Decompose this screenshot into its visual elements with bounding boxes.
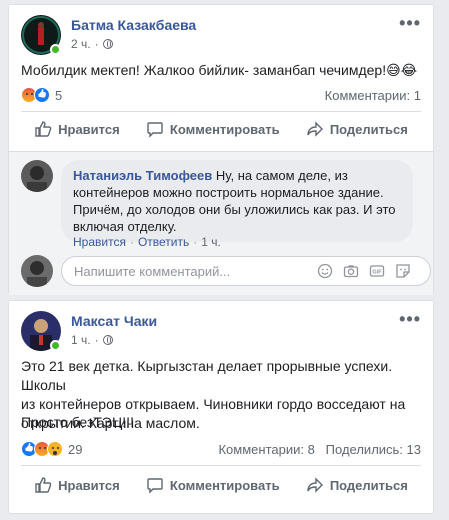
commenter-avatar[interactable] bbox=[21, 160, 53, 192]
post-batma: Батма Казакбаева 2 ч. · ••• Мобилдик мек… bbox=[8, 4, 434, 295]
post-text-line: Это 21 век детка. Кыргызстан делает прор… bbox=[21, 358, 393, 393]
post-counts: Комментарии: 8 Поделились: 13 bbox=[218, 442, 421, 457]
post-meta: 2 ч. · bbox=[71, 37, 113, 51]
post-time[interactable]: 1 ч. bbox=[71, 333, 91, 347]
post-meta: 1 ч. · bbox=[71, 333, 113, 347]
camera-icon[interactable] bbox=[343, 263, 359, 279]
reactions-summary[interactable]: 29 bbox=[21, 441, 82, 457]
wow-reaction-icon bbox=[47, 441, 63, 457]
share-button[interactable]: Поделиться bbox=[306, 476, 408, 494]
post-actions: Нравится Комментировать Поделиться bbox=[21, 469, 421, 501]
share-label: Поделиться bbox=[329, 477, 408, 493]
post-author[interactable]: Максат Чаки bbox=[71, 313, 157, 329]
post-text-line: из контейнеров открываем. Чиновники горд… bbox=[21, 396, 406, 412]
comment-links: Нравится · Ответить · 1 ч. bbox=[73, 235, 221, 249]
comment-author[interactable]: Натаниэль Тимофеев bbox=[73, 168, 212, 183]
like-label: Нравится bbox=[58, 477, 120, 493]
comment-button[interactable]: Комментировать bbox=[146, 120, 280, 138]
gif-icon[interactable]: GIF bbox=[369, 263, 385, 279]
comment-bubble: Натаниэль Тимофеев Ну, на самом деле, из… bbox=[61, 160, 413, 242]
share-icon bbox=[307, 121, 323, 137]
reactions-count: 29 bbox=[68, 441, 83, 457]
globe-icon bbox=[102, 39, 113, 49]
post-text: Мобилдик мектеп! Жалкоо бийлик- заманбап… bbox=[21, 62, 418, 78]
emoji-icon[interactable] bbox=[317, 263, 333, 279]
current-user-avatar[interactable] bbox=[21, 255, 53, 287]
globe-icon bbox=[102, 335, 113, 345]
post-author[interactable]: Батма Казакбаева bbox=[71, 17, 196, 33]
comment-time[interactable]: 1 ч. bbox=[201, 235, 221, 249]
like-label: Нравится bbox=[58, 121, 120, 137]
like-button[interactable]: Нравится bbox=[34, 120, 120, 138]
comments-count[interactable]: Комментарии: 8 bbox=[218, 442, 314, 457]
more-icon[interactable]: ••• bbox=[399, 13, 421, 34]
like-button[interactable]: Нравится bbox=[34, 476, 120, 494]
sticker-icon[interactable] bbox=[395, 263, 411, 279]
comments-section: Натаниэль Тимофеев Ну, на самом деле, из… bbox=[9, 151, 433, 295]
post-actions: Нравится Комментировать Поделиться bbox=[21, 113, 421, 145]
comment-label: Комментировать bbox=[169, 477, 280, 493]
thumbs-up-icon bbox=[35, 121, 52, 137]
post-maksat: Максат Чаки 1 ч. · ••• Это 21 век детка.… bbox=[8, 300, 434, 514]
online-indicator bbox=[50, 44, 61, 55]
comment-icon bbox=[147, 478, 163, 494]
share-button[interactable]: Поделиться bbox=[306, 120, 408, 138]
svg-text:GIF: GIF bbox=[372, 270, 382, 276]
post-text-last: Просто безТЭЦ!!! bbox=[21, 414, 134, 430]
thumbs-up-icon bbox=[35, 477, 52, 493]
comments-count[interactable]: Комментарии: 1 bbox=[325, 88, 421, 103]
divider bbox=[21, 465, 421, 466]
comment-icon bbox=[147, 122, 163, 138]
post-time[interactable]: 2 ч. bbox=[71, 37, 91, 51]
comment-label: Комментировать bbox=[169, 121, 280, 137]
share-label: Поделиться bbox=[329, 121, 408, 137]
more-icon[interactable]: ••• bbox=[399, 309, 421, 330]
comment-input-tools: GIF bbox=[317, 263, 411, 279]
shares-count[interactable]: Поделились: 13 bbox=[326, 442, 421, 457]
share-icon bbox=[307, 477, 323, 493]
comment-button[interactable]: Комментировать bbox=[146, 476, 280, 494]
reactions-count: 5 bbox=[55, 87, 63, 103]
comment-like-link[interactable]: Нравится bbox=[73, 235, 126, 249]
divider bbox=[21, 111, 421, 112]
comment-reply-link[interactable]: Ответить bbox=[138, 235, 189, 249]
reactions-summary[interactable]: 5 bbox=[21, 87, 62, 103]
like-reaction-icon bbox=[34, 87, 50, 103]
online-indicator bbox=[50, 340, 61, 351]
